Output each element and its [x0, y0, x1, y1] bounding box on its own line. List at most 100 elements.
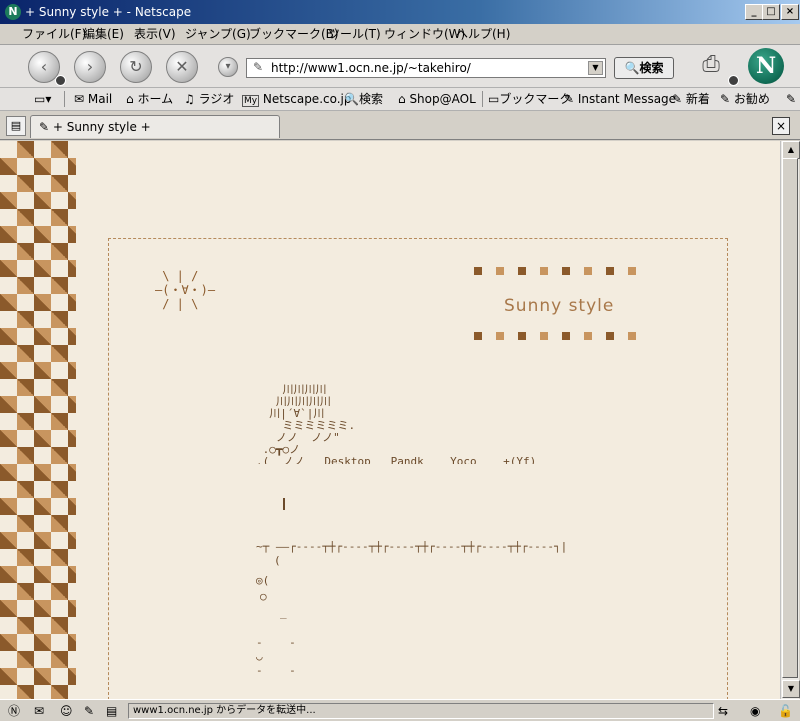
ascii-line: ◡ [256, 650, 263, 663]
search-icon: 🔍 [344, 92, 359, 106]
tab-label: ✎ + Sunny style + [39, 119, 151, 135]
ascii-line: ○ [260, 590, 267, 603]
toolbar-label: Instant Message [577, 92, 677, 106]
personal-toolbar: ▭▾ ✉ Mail ⌂ ホーム ♫ ラジオ My Netscape.co.jp … [0, 88, 800, 111]
maximize-button[interactable]: □ [762, 4, 780, 20]
navigator-icon[interactable]: Ⓝ [8, 703, 20, 719]
tab-sunny-style[interactable]: ✎ + Sunny style + [30, 115, 280, 138]
ascii-line: _ [280, 606, 287, 619]
address-book-icon[interactable]: ▤ [106, 703, 117, 719]
security-lock-icon[interactable]: 🔓 [778, 703, 793, 719]
link-icon: ✎ [720, 92, 734, 106]
forward-button[interactable]: › [74, 51, 106, 83]
lower-ascii-art: ( ◎( ○ _ ‐ ‐ ◡ ‐ ‐ [256, 555, 296, 679]
status-text: www1.ocn.ne.jp からデータを転送中... [128, 703, 714, 719]
toolbar-label: Mail [87, 92, 113, 106]
toolbar-item-new[interactable]: ✎ 新着 [672, 91, 710, 107]
toolbar-item-home[interactable]: ⌂ ホーム [126, 91, 173, 107]
character-ascii-art: 川川川川 川川川川川 川|´∀`|川 ミミミミミミ. ノノ ノノ" .○┳○ノ … [256, 384, 537, 465]
back-history-dropdown-icon[interactable] [55, 75, 66, 86]
search-label: 検索 [639, 61, 664, 75]
menu-edit[interactable]: 編集(E) [83, 26, 124, 42]
ascii-divider: ~┬ ――┌‐‐‐‐┬┼┌‐‐‐‐┬┼┌‐‐‐‐┬┼┌‐‐‐‐┬┼┌‐‐‐‐┬┼… [256, 541, 568, 553]
menu-go[interactable]: ジャンプ(G) [185, 26, 251, 42]
toolbar-label: ブックマーク [499, 92, 572, 106]
link-icon: ✎ [672, 92, 686, 106]
mail-icon[interactable]: ✉ [34, 703, 44, 719]
toolbar-item-shop[interactable]: ⌂ Shop@AOL [398, 91, 476, 107]
navigation-toolbar: ‹ › ↻ ✕ ▾ ✎ http://www1.ocn.ne.jp/~takeh… [0, 45, 800, 88]
toolbar-label: ラジオ [198, 92, 235, 106]
ascii-line: ‐ ‐ [256, 664, 296, 677]
netscape-logo[interactable]: N [748, 48, 784, 84]
menu-bookmarks[interactable]: ブックマーク(B) [249, 26, 339, 42]
status-bar: Ⓝ ✉ ☺ ✎ ▤ www1.ocn.ne.jp からデータを転送中... ⇆ … [0, 699, 800, 721]
window-title: + Sunny style + - Netscape [25, 5, 192, 19]
link-icon: ✎ [39, 120, 53, 134]
home-icon: ⌂ [126, 92, 138, 106]
site-title: Sunny style [504, 296, 615, 316]
new-tab-icon[interactable]: ▤ [6, 116, 26, 136]
ascii-line: ‐ ‐ [256, 636, 296, 649]
toolbar-item-netscape[interactable]: My Netscape.co.jp [242, 91, 352, 109]
toolbar-label: ホーム [137, 92, 174, 106]
toolbar-item-recommended[interactable]: ✎ お勧め [720, 91, 770, 107]
tab-title: + Sunny style + [52, 120, 151, 134]
scroll-thumb[interactable] [782, 158, 798, 678]
history-dropdown-button[interactable]: ▾ [218, 57, 238, 77]
minimize-button[interactable]: _ [745, 4, 763, 20]
vertical-scrollbar[interactable]: ▲ ▼ [780, 141, 800, 699]
mail-icon: ✉ [74, 92, 88, 106]
stop-button[interactable]: ✕ [166, 51, 198, 83]
online-status-icon[interactable]: ⇆ [718, 703, 728, 719]
toolbar-separator [64, 91, 65, 107]
toolbar-menu-icon[interactable]: ▭▾ [34, 91, 51, 107]
ascii-line: ◎( [256, 574, 270, 587]
close-tab-button[interactable]: × [772, 117, 790, 135]
link-icon: ✎ [564, 92, 578, 106]
toolbar-overflow-icon[interactable]: ✎ [786, 91, 796, 107]
url-bar[interactable]: ✎ http://www1.ocn.ne.jp/~takehiro/ ▼ [246, 58, 606, 78]
decor-squares-top [474, 267, 644, 277]
toolbar-item-radio[interactable]: ♫ ラジオ [184, 91, 234, 107]
toolbar-item-mail[interactable]: ✉ Mail [74, 91, 112, 107]
ascii-line: ( [274, 554, 281, 567]
privacy-icon[interactable]: ◉ [750, 703, 760, 719]
url-dropdown-icon[interactable]: ▼ [588, 61, 603, 75]
toolbar-label: Shop@AOL [409, 92, 476, 106]
menu-view[interactable]: 表示(V) [134, 26, 176, 42]
ascii-line: .( ノノ Desktop Pandk Yoco +(Yf) [256, 456, 537, 464]
toolbar-label: 新着 [685, 92, 710, 106]
toolbar-label: Netscape.co.jp [262, 92, 352, 106]
menu-tools[interactable]: ツール(T) [328, 26, 381, 42]
tab-bar: ▤ ✎ + Sunny style + × [0, 111, 800, 140]
scroll-up-button[interactable]: ▲ [782, 141, 800, 159]
reload-button[interactable]: ↻ [120, 51, 152, 83]
sun-art: \ | / ―(・∀・)― / | \ [155, 269, 216, 311]
toolbar-label: 検索 [358, 92, 383, 106]
headphones-icon: ♫ [184, 92, 199, 106]
menu-window[interactable]: ウィンドウ(W) [384, 26, 465, 42]
toolbar-item-instant-message[interactable]: ✎ Instant Message [564, 91, 676, 107]
toolbar-item-search[interactable]: 🔍検索 [344, 91, 383, 107]
decor-squares-bottom [474, 332, 644, 342]
toolbar-label: お勧め [733, 92, 770, 106]
search-button[interactable]: 🔍検索 [614, 57, 674, 79]
menu-help[interactable]: ヘルプ(H) [456, 26, 510, 42]
my-netscape-icon: My [242, 95, 260, 107]
url-text[interactable]: http://www1.ocn.ne.jp/~takehiro/ [271, 61, 471, 75]
scroll-down-button[interactable]: ▼ [782, 680, 800, 698]
close-window-button[interactable]: × [781, 4, 799, 20]
title-bar: N + Sunny style + - Netscape _ □ × [0, 0, 800, 24]
menu-bar: ファイル(F) 編集(E) 表示(V) ジャンプ(G) ブックマーク(B) ツー… [0, 24, 800, 45]
folder-icon: ▭ [488, 92, 500, 106]
print-icon[interactable]: ⎙ [694, 51, 728, 79]
page-proxy-icon[interactable]: ✎ [253, 60, 263, 74]
netscape-app-icon[interactable]: N [5, 4, 21, 20]
ascii-bar [283, 498, 285, 510]
composer-icon[interactable]: ✎ [84, 703, 94, 719]
im-icon[interactable]: ☺ [60, 703, 73, 719]
menu-file[interactable]: ファイル(F) [22, 26, 86, 42]
print-dropdown-icon[interactable] [728, 75, 739, 86]
toolbar-item-bookmarks[interactable]: ▭ブックマーク [488, 91, 571, 107]
